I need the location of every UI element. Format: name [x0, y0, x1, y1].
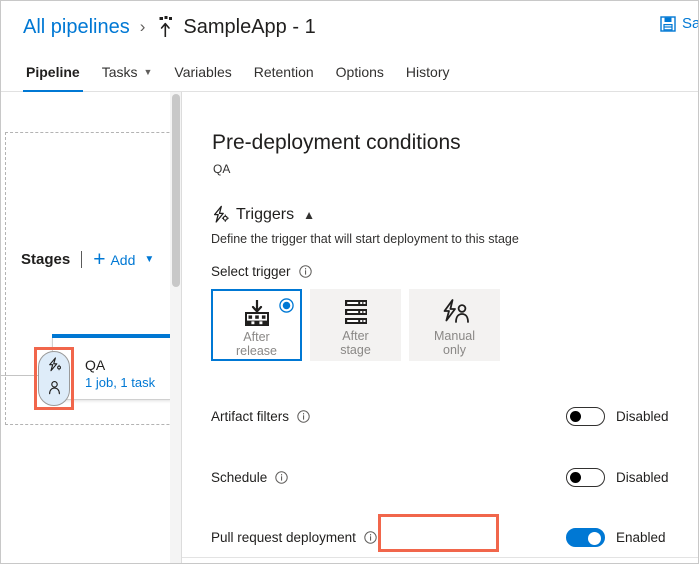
artifact-filters-state-label: Disabled	[616, 409, 669, 424]
radio-selected-icon	[279, 298, 294, 318]
toggle-knob	[570, 472, 581, 483]
stage-card-text: QA 1 job, 1 task	[85, 356, 170, 392]
pipeline-tabbar: Pipeline Tasks ▼ Variables Retention Opt…	[1, 55, 698, 92]
triggers-section-title: Triggers	[236, 205, 295, 223]
pre-deployment-conditions-button[interactable]	[38, 351, 70, 406]
pull-request-deployment-label: Pull request deployment	[211, 530, 356, 545]
save-button-label: Save	[682, 15, 698, 32]
schedule-toggle[interactable]	[566, 468, 605, 487]
schedule-label: Schedule	[211, 470, 268, 485]
tab-tasks-label: Tasks	[101, 64, 138, 80]
pre-deployment-conditions-pane: Pre-deployment conditions QA Triggers ▲ …	[182, 92, 698, 563]
after-stage-icon	[341, 297, 371, 327]
breadcrumb-all-pipelines[interactable]: All pipelines	[23, 16, 130, 39]
chevron-down-icon[interactable]: ▼	[144, 254, 154, 265]
stages-divider	[81, 251, 83, 268]
breadcrumb-current-pipeline: SampleApp - 1	[183, 15, 316, 38]
tab-list: Pipeline Tasks ▼ Variables Retention Opt…	[15, 55, 460, 92]
pull-request-deployment-label-row: Pull request deployment	[211, 530, 377, 545]
trigger-option-after-release[interactable]: After release	[211, 289, 302, 361]
select-trigger-label-row: Select trigger	[211, 264, 312, 279]
save-button[interactable]: Save	[660, 15, 698, 32]
schedule-label-row: Schedule	[211, 470, 288, 485]
toggle-knob	[570, 411, 581, 422]
toggle-knob	[588, 532, 601, 545]
pull-request-deployment-toggle[interactable]	[566, 528, 605, 547]
artifact-filters-label-row: Artifact filters	[211, 409, 310, 424]
stages-panel: Stages + Add ▼ QA 1 job, 1 task	[1, 92, 170, 563]
tab-history[interactable]: History	[395, 55, 461, 92]
page-subtitle: QA	[213, 162, 231, 176]
vertical-scrollbar-thumb[interactable]	[172, 94, 180, 287]
artifact-filters-label: Artifact filters	[211, 409, 290, 424]
tab-history-label: History	[405, 64, 450, 80]
manual-only-icon	[439, 297, 471, 327]
breadcrumb: All pipelines › SampleApp - 1	[23, 11, 316, 43]
add-stage-button[interactable]: Add	[110, 252, 135, 268]
tab-options[interactable]: Options	[325, 55, 395, 92]
tab-options-label: Options	[335, 64, 384, 80]
release-pipeline-editor: All pipelines › SampleApp - 1 S Pipeline…	[0, 0, 699, 564]
trigger-option-manual-only-label: Manual only	[434, 329, 475, 357]
breadcrumb-separator: ›	[139, 17, 146, 36]
pull-request-deployment-toggle-row: Enabled	[566, 528, 666, 547]
page-header: All pipelines › SampleApp - 1 S	[1, 1, 698, 55]
save-floppy-icon	[660, 15, 676, 32]
approval-person-icon	[47, 380, 62, 400]
tab-retention-label: Retention	[253, 64, 314, 80]
select-trigger-options: After release After stage Manual only	[211, 289, 500, 361]
content-bottom-rule	[182, 557, 698, 558]
info-icon[interactable]	[297, 410, 310, 423]
page-title: Pre-deployment conditions	[212, 131, 461, 154]
info-icon[interactable]	[275, 471, 288, 484]
after-release-icon	[242, 298, 272, 328]
pre-deployment-trigger-icon	[45, 357, 63, 377]
stage-jobs-tasks-link[interactable]: 1 job, 1 task	[85, 374, 170, 392]
triggers-section-header[interactable]: Triggers ▲	[210, 205, 315, 224]
stage-name-label: QA	[85, 357, 106, 373]
trigger-option-manual-only[interactable]: Manual only	[409, 289, 500, 361]
artifact-filters-toggle[interactable]	[566, 407, 605, 426]
trigger-option-after-release-label: After release	[236, 330, 277, 358]
triggers-section-description: Define the trigger that will start deplo…	[211, 232, 519, 246]
tab-tasks[interactable]: Tasks ▼	[91, 55, 164, 92]
chevron-up-icon[interactable]: ▲	[303, 208, 315, 222]
schedule-state-label: Disabled	[616, 470, 669, 485]
select-trigger-label: Select trigger	[211, 264, 291, 279]
pull-request-deployment-state-label: Enabled	[616, 530, 666, 545]
tab-pipeline[interactable]: Pipeline	[15, 55, 91, 92]
trigger-option-after-stage-label: After stage	[340, 329, 371, 357]
triggers-icon	[210, 205, 229, 224]
info-icon[interactable]	[364, 531, 377, 544]
tab-variables[interactable]: Variables	[163, 55, 242, 92]
tab-variables-label: Variables	[174, 64, 232, 80]
tab-pipeline-label: Pipeline	[26, 64, 80, 80]
artifact-filters-toggle-row: Disabled	[566, 407, 669, 426]
stages-title-label: Stages	[21, 251, 71, 268]
info-icon[interactable]	[298, 265, 312, 278]
trigger-option-after-stage[interactable]: After stage	[310, 289, 401, 361]
chevron-down-icon: ▼	[143, 67, 153, 77]
tab-retention[interactable]: Retention	[243, 55, 325, 92]
stages-header: Stages + Add ▼	[21, 249, 154, 270]
schedule-toggle-row: Disabled	[566, 468, 669, 487]
release-pipeline-icon	[155, 16, 175, 38]
plus-icon[interactable]: +	[93, 249, 105, 270]
